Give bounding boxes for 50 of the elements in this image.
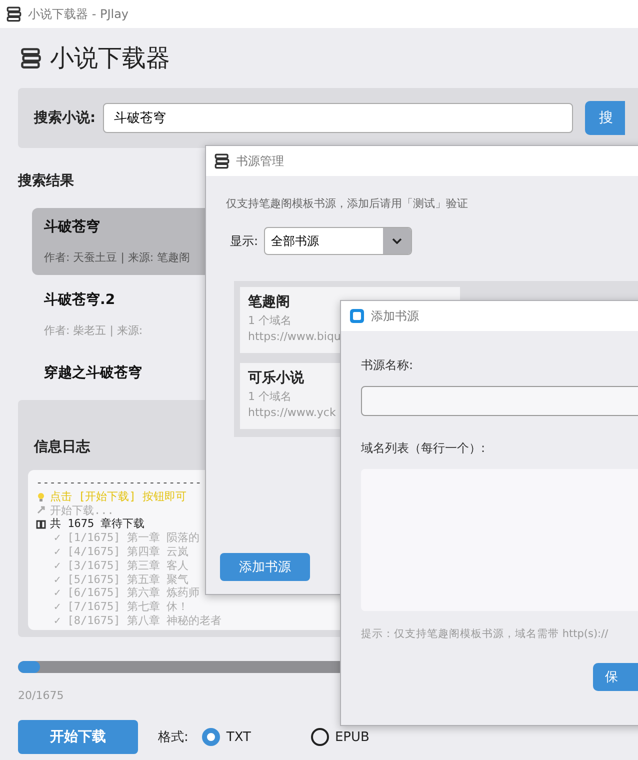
log-heading: 信息日志 [34,438,90,456]
log-line: 开始下载... [50,504,114,518]
search-label: 搜索小说: [34,109,97,127]
source-url: https://www.biqu [248,330,341,343]
progress-count: 20/1675 [18,689,65,702]
lightbulb-icon [36,492,46,502]
result-item[interactable]: 斗破苍穹.2 作者: 柴老五 | 来源: [32,281,232,348]
log-line: 共 1675 章待下载 [50,517,145,532]
window-title: 小说下载器 - PJlay [28,6,129,22]
source-url: https://www.yck [248,406,336,419]
info-text: 仅支持笔趣阁模板书源，添加后请用「测试」验证 [226,196,469,211]
hint-text: 提示：仅支持笔趣阁模板书源，域名需带 http(s):// [361,627,610,641]
format-radio[interactable]: TXT [202,728,251,746]
log-line: ------------------------- [36,476,202,490]
domain-count: 1 个域名 [248,313,292,328]
window-icon [349,308,365,324]
log-line: ✓ [5/1675] 第五章 聚气 [54,572,188,586]
result-title: 穿越之斗破苍穹 [44,364,143,382]
source-name: 可乐小说 [248,369,304,387]
log-line: ✓ [4/1675] 第四章 云岚 [54,544,188,559]
filter-dropdown[interactable]: 全部书源 [264,227,412,255]
books-icon [20,47,42,69]
result-title: 斗破苍穹.2 [44,291,116,309]
log-line: ✓ [8/1675] 第八章 神秘的老者 [54,614,222,628]
books-icon [214,153,230,169]
book-icon [36,519,46,530]
search-field[interactable]: 斗破苍穹 [103,103,573,133]
format-label: 格式: [158,729,188,746]
domain-list-label: 域名列表（每行一个）: [361,440,486,457]
source-name-label: 书源名称: [361,357,414,374]
log-line: ✓ [1/1675] 第一章 陨落的 [54,531,200,545]
log-line: ✓ [7/1675] 第七章 休！ [54,600,188,614]
source-name-field[interactable] [361,386,638,416]
filter-label: 显示: [230,232,258,250]
result-item[interactable]: 穿越之斗破苍穹 [32,354,232,392]
chevron-down-icon [392,238,402,244]
domain-count: 1 个域名 [248,389,292,404]
books-icon [6,6,22,22]
log-line: 点击 [开始下载] 按钮即可 [50,490,186,504]
result-meta: 作者: 天蚕土豆 | 来源: 笔趣阁 [44,250,192,265]
format-radio[interactable]: EPUB [310,728,370,746]
dialog-title: 书源管理 [236,152,284,170]
log-line: ✓ [3/1675] 第三章 客人 [54,558,188,573]
result-meta: 作者: 柴老五 | 来源: [44,323,144,338]
source-name: 笔趣阁 [248,293,290,311]
result-title: 斗破苍穹 [44,218,101,236]
results-heading: 搜索结果 [18,172,75,190]
log-line: ✓ [6/1675] 第六章 炼药师 [54,586,200,600]
app-title: 小说下载器 [50,43,170,74]
dialog-title: 添加书源 [371,308,419,324]
